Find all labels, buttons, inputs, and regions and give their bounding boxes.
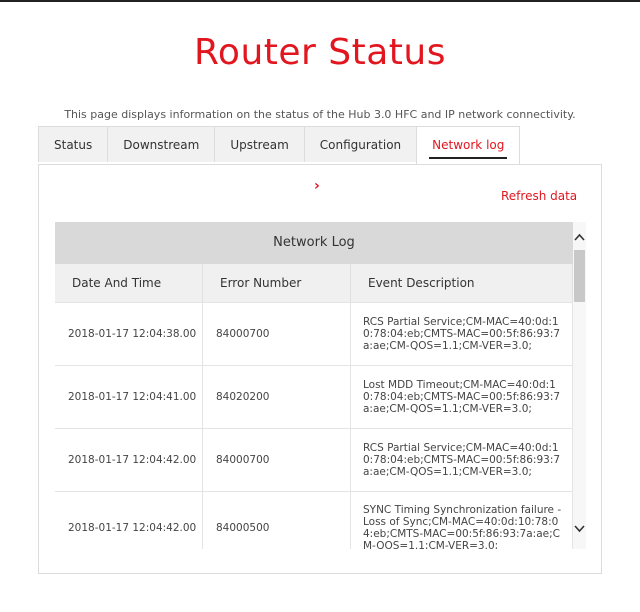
- tab-network-log-label: Network log: [432, 138, 505, 152]
- refresh-data-link[interactable]: Refresh data: [501, 189, 577, 203]
- cell-description: RCS Partial Service;CM-MAC=40:0d:10:78:0…: [351, 429, 573, 491]
- cell-error-number: 84000700: [203, 429, 351, 491]
- tab-downstream[interactable]: Downstream: [107, 126, 216, 162]
- page-subtitle: This page displays information on the st…: [64, 108, 576, 121]
- table-row: 2018-01-17 12:04:42.00 84000700 RCS Part…: [55, 428, 573, 491]
- table-row: 2018-01-17 12:04:41.00 84020200 Lost MDD…: [55, 365, 573, 428]
- table-row: 2018-01-17 12:04:42.00 84000500 SYNC Tim…: [55, 491, 573, 549]
- router-status-page: Router Status This page displays informa…: [0, 0, 640, 612]
- cell-description: SYNC Timing Synchronization failure - Lo…: [351, 492, 573, 549]
- table-column-headers: Date And Time Error Number Event Descrip…: [55, 264, 573, 302]
- cell-description: RCS Partial Service;CM-MAC=40:0d:10:78:0…: [351, 303, 573, 365]
- tab-upstream[interactable]: Upstream: [214, 126, 305, 162]
- column-header-description: Event Description: [351, 264, 573, 302]
- cell-datetime: 2018-01-17 12:04:38.00: [55, 303, 203, 365]
- scrollbar-thumb[interactable]: [574, 250, 585, 302]
- tab-configuration[interactable]: Configuration: [303, 126, 418, 162]
- tab-network-log[interactable]: Network log: [416, 126, 521, 165]
- table-title: Network Log: [55, 222, 573, 264]
- tab-status[interactable]: Status: [38, 126, 109, 162]
- cell-error-number: 84020200: [203, 366, 351, 428]
- chevron-up-icon[interactable]: [573, 232, 586, 246]
- cell-datetime: 2018-01-17 12:04:41.00: [55, 366, 203, 428]
- cell-description: Lost MDD Timeout;CM-MAC=40:0d:10:78:04:e…: [351, 366, 573, 428]
- network-log-table: Network Log Date And Time Error Number E…: [55, 222, 573, 549]
- column-header-error: Error Number: [203, 264, 351, 302]
- cell-error-number: 84000500: [203, 492, 351, 549]
- table-row: 2018-01-17 12:04:38.00 84000700 RCS Part…: [55, 302, 573, 365]
- tab-bar: Status Downstream Upstream Configuration…: [38, 126, 521, 165]
- chevron-down-icon[interactable]: [573, 524, 586, 538]
- cell-error-number: 84000700: [203, 303, 351, 365]
- column-header-date: Date And Time: [55, 264, 203, 302]
- chevron-right-icon: ›: [314, 178, 320, 194]
- page-title: Router Status: [194, 32, 446, 73]
- table-scrollbar[interactable]: [573, 222, 586, 549]
- cell-datetime: 2018-01-17 12:04:42.00: [55, 492, 203, 549]
- active-tab-underline: [429, 157, 508, 159]
- cell-datetime: 2018-01-17 12:04:42.00: [55, 429, 203, 491]
